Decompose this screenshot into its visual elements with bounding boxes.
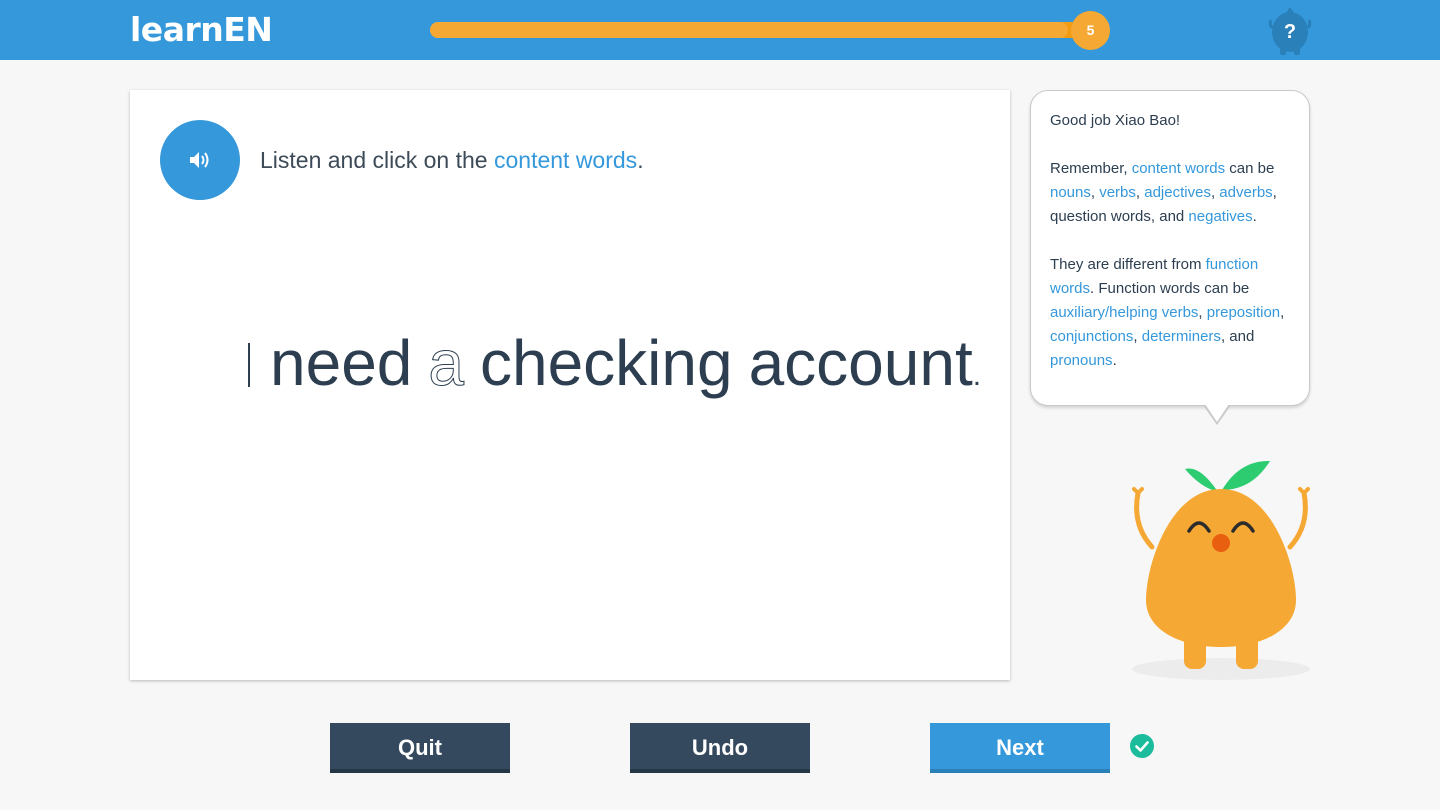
word-a[interactable]: a (428, 327, 465, 400)
help-button[interactable]: ? (1268, 4, 1312, 56)
link-content-words[interactable]: content words (1132, 160, 1225, 177)
tip-speech-bubble: Good job Xiao Bao! Remember, content wor… (1030, 90, 1310, 406)
quit-button[interactable]: Quit (330, 723, 510, 773)
link-pronouns[interactable]: pronouns (1050, 352, 1113, 369)
tip-text: , (1090, 184, 1100, 201)
check-circle-icon (1130, 734, 1154, 758)
link-determiners[interactable]: determiners (1142, 328, 1221, 345)
sentence: need a checking account. (248, 318, 981, 408)
app-logo: learnEN (130, 10, 273, 49)
tip-text: They are different from (1050, 256, 1206, 273)
progress-step-badge: 5 (1071, 11, 1110, 50)
tip-text: . (1252, 208, 1257, 225)
tip-text: , (1198, 304, 1207, 321)
link-adjectives[interactable]: adjectives (1144, 184, 1211, 201)
instruction-prefix: Listen and click on the (260, 147, 494, 173)
link-auxiliary-verbs[interactable]: auxiliary/helping verbs (1050, 304, 1198, 321)
word-period: . (972, 359, 982, 392)
tip-text: , (1280, 304, 1285, 321)
tip-text: , (1133, 328, 1142, 345)
tip-greeting: Good job Xiao Bao! (1050, 112, 1181, 129)
tip-content-words: Remember, content words can be nouns, ve… (1050, 157, 1290, 229)
tip-text: Remember, (1050, 160, 1132, 177)
svg-text:?: ? (1284, 21, 1296, 43)
undo-button[interactable]: Undo (630, 723, 810, 773)
next-button[interactable]: Next (930, 723, 1110, 773)
link-preposition[interactable]: preposition (1207, 304, 1280, 321)
word-checking[interactable]: checking (480, 327, 733, 399)
top-bar: learnEN 5 ? (0, 0, 1440, 60)
link-conjunctions[interactable]: conjunctions (1050, 328, 1133, 345)
instruction-text: Listen and click on the content words. (260, 145, 644, 175)
instruction-suffix: . (637, 147, 644, 173)
mascot-character (1132, 460, 1310, 680)
play-audio-button[interactable] (160, 120, 240, 200)
speaker-icon (190, 152, 209, 168)
content-words-link[interactable]: content words (494, 147, 637, 173)
tip-text: . Function words can be (1090, 280, 1250, 297)
tip-text: can be (1225, 160, 1275, 177)
word-need[interactable]: need (270, 327, 412, 399)
question-mascot-icon: ? (1268, 7, 1312, 55)
tip-text: , (1135, 184, 1145, 201)
tip-function-words: They are different from function words. … (1050, 253, 1290, 373)
bubble-tail-fill (1205, 404, 1229, 422)
word-account[interactable]: account (749, 327, 973, 399)
tip-text: . (1112, 352, 1117, 369)
link-nouns[interactable]: nouns (1050, 184, 1091, 201)
exercise-card: Listen and click on the content words. n… (130, 90, 1010, 680)
word-i[interactable] (248, 327, 270, 399)
progress-bar (430, 22, 1095, 38)
link-negatives[interactable]: negatives (1188, 208, 1252, 225)
tip-text: , and (1220, 328, 1255, 345)
link-adverbs[interactable]: adverbs (1219, 184, 1272, 201)
word-i-glyph (248, 343, 250, 387)
progress-fill (430, 22, 1069, 38)
link-verbs[interactable]: verbs (1099, 184, 1136, 201)
